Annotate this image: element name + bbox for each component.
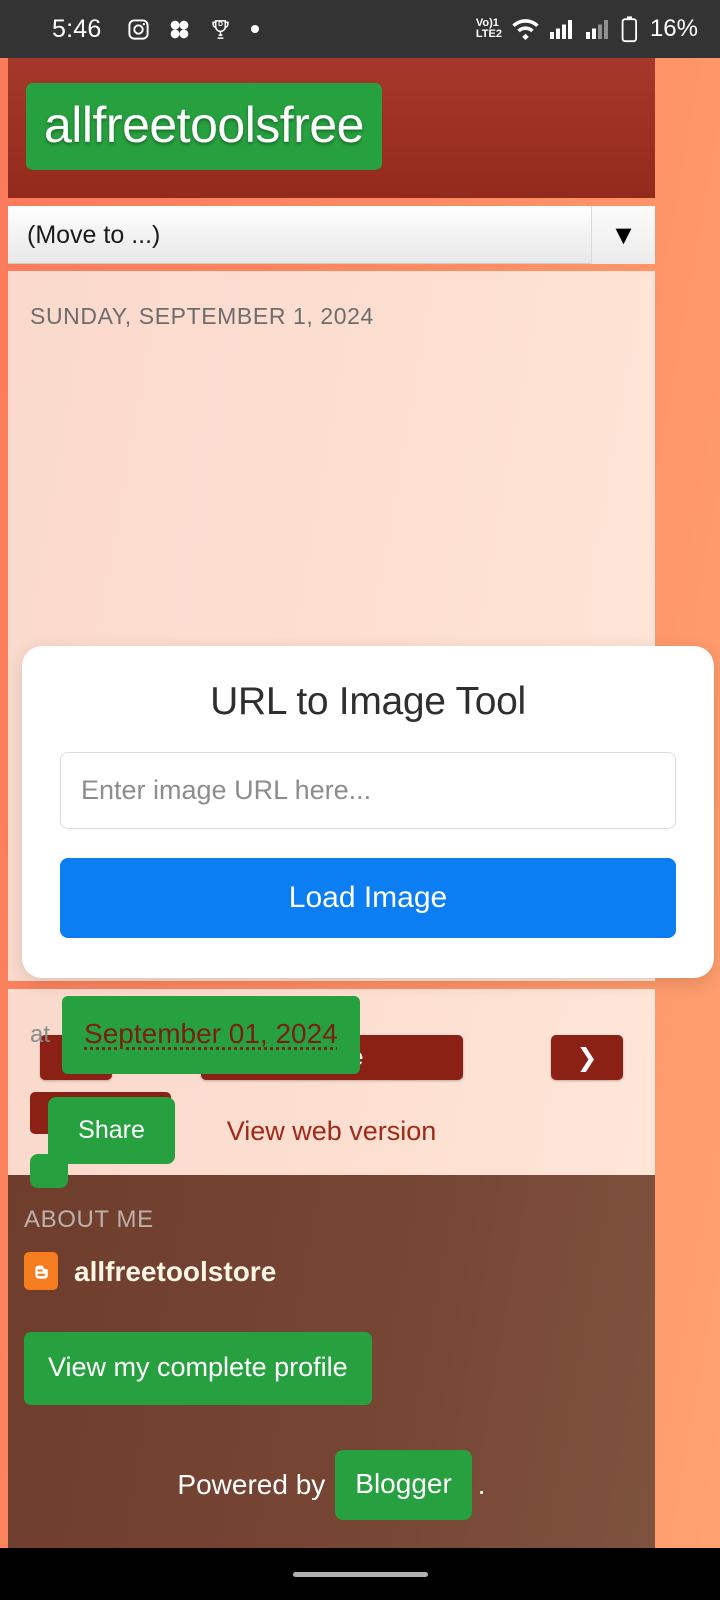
powered-by-text: Powered by (177, 1469, 326, 1500)
blog-title-link[interactable]: allfreetoolsfree (26, 83, 382, 170)
post-footer: at September 01, 2024 Share (8, 996, 655, 1188)
volte-indicator: Vo)1 LTE2 (476, 18, 502, 40)
status-bar-system-icons: Vo)1 LTE2 16% (476, 15, 698, 43)
move-to-select[interactable]: (Move to ...) ▼ (8, 206, 655, 264)
instagram-icon (127, 18, 150, 41)
signal-bars-sim2-icon (585, 18, 611, 40)
phone-screen: 5:46 D Vo)1 LTE2 16% allfreetoolsfree (M… (0, 0, 720, 1600)
load-image-button[interactable]: Load Image (60, 858, 676, 938)
view-complete-profile-button[interactable]: View my complete profile (24, 1332, 372, 1405)
image-url-input[interactable] (60, 752, 676, 829)
status-bar-notification-icons: D (127, 18, 260, 41)
system-navigation-bar (0, 1548, 720, 1600)
dot-icon (250, 24, 260, 34)
post-main: SUNDAY, SEPTEMBER 1, 2024 URL to Image T… (8, 271, 714, 1188)
post-timestamp-link[interactable]: September 01, 2024 (62, 996, 360, 1074)
status-bar-clock: 5:46 (52, 14, 102, 43)
home-indicator[interactable] (292, 1571, 428, 1577)
blogger-link[interactable]: Blogger (335, 1450, 472, 1520)
url-to-image-tool-card: URL to Image Tool Load Image (22, 646, 714, 978)
chevron-down-icon[interactable]: ▼ (591, 206, 655, 264)
battery-percent: 16% (649, 15, 698, 42)
about-me-section: ABOUT ME allfreetoolstore View my comple… (8, 1175, 655, 1562)
powered-by-period: . (477, 1469, 486, 1500)
blog-page: allfreetoolsfree (Move to ...) ▼ SUNDAY,… (8, 58, 714, 1562)
clover-icon (168, 18, 191, 41)
share-extra-block[interactable] (30, 1154, 68, 1188)
battery-icon (621, 15, 638, 43)
trophy-icon: D (209, 18, 232, 41)
svg-text:D: D (219, 21, 224, 28)
blog-header: allfreetoolsfree (8, 58, 655, 198)
post-date-header: SUNDAY, SEPTEMBER 1, 2024 (30, 303, 374, 329)
tool-card-title: URL to Image Tool (210, 680, 526, 723)
move-to-strip: (Move to ...) ▼ (8, 198, 655, 271)
share-button[interactable]: Share (48, 1097, 175, 1164)
about-me-heading: ABOUT ME (24, 1206, 154, 1233)
volte-line-2: LTE2 (475, 28, 502, 40)
about-me-user-row: allfreetoolstore (8, 1252, 655, 1290)
powered-by-row: Powered by Blogger . (8, 1450, 655, 1520)
move-to-selected-value: (Move to ...) (27, 220, 161, 249)
timestamp-prefix: at (30, 1021, 51, 1048)
share-row: Share (8, 1092, 655, 1188)
about-me-username: allfreetoolstore (74, 1256, 277, 1287)
status-bar: 5:46 D Vo)1 LTE2 16% (0, 0, 720, 58)
wifi-icon (512, 18, 539, 40)
post-timestamp-row: at September 01, 2024 (8, 996, 655, 1074)
signal-bars-sim1-icon (549, 18, 575, 40)
blogger-icon (24, 1252, 58, 1290)
